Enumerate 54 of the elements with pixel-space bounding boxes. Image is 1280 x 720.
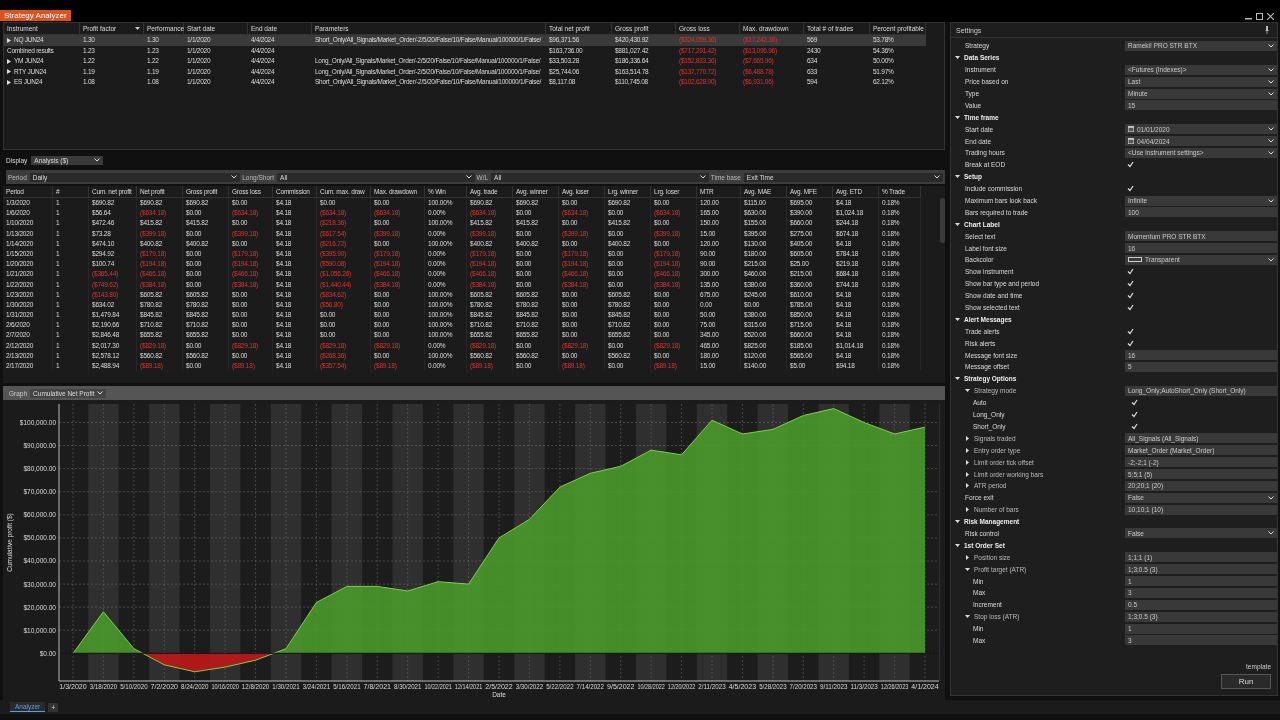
expand-icon[interactable] <box>955 55 960 61</box>
chevron-icon <box>1268 495 1274 500</box>
chevron-icon <box>1268 79 1274 84</box>
expand-icon[interactable] <box>955 519 960 525</box>
pin-icon[interactable] <box>1265 26 1269 34</box>
expand-icon[interactable] <box>965 507 970 513</box>
chevron-icon <box>1268 67 1274 72</box>
chevron-icon <box>699 175 706 179</box>
chevron-icon <box>1268 91 1274 96</box>
checkbox[interactable] <box>1127 185 1134 193</box>
expand-icon[interactable] <box>965 447 970 453</box>
calendar-icon <box>1128 138 1134 145</box>
expand-icon[interactable] <box>965 388 970 394</box>
checkbox[interactable] <box>1127 304 1134 312</box>
chevron-icon <box>465 175 472 179</box>
checkbox[interactable] <box>1130 399 1138 407</box>
expand-icon[interactable] <box>965 459 970 465</box>
chevron-icon <box>1268 127 1274 132</box>
expand-icon[interactable] <box>955 316 960 322</box>
checkbox[interactable] <box>1127 268 1134 276</box>
chevron-icon <box>1268 43 1274 48</box>
chevron-icon <box>1268 531 1274 536</box>
checkbox[interactable] <box>1127 339 1134 347</box>
checkbox[interactable] <box>1127 161 1134 169</box>
expand-icon[interactable] <box>965 614 970 620</box>
checkbox[interactable] <box>1127 292 1134 300</box>
checkbox[interactable] <box>1127 327 1134 335</box>
expand-icon[interactable] <box>7 37 11 43</box>
chevron-icon <box>1268 257 1274 262</box>
chevron-icon <box>1268 198 1274 203</box>
expand-icon[interactable] <box>965 471 970 477</box>
expand-icon[interactable] <box>965 566 970 572</box>
expand-icon[interactable] <box>955 221 960 227</box>
expand-icon[interactable] <box>955 542 960 548</box>
chevron-icon <box>94 158 101 162</box>
chevron-icon <box>231 175 238 179</box>
expand-icon[interactable] <box>965 483 970 489</box>
scrollbar[interactable] <box>940 198 945 243</box>
expand-icon[interactable] <box>955 174 960 180</box>
close-icon[interactable] <box>1267 13 1274 20</box>
maximize-icon[interactable] <box>1256 13 1263 20</box>
chevron-icon <box>934 175 940 179</box>
run-button[interactable]: Run <box>1221 674 1271 689</box>
checkbox[interactable] <box>1130 422 1138 430</box>
chevron-icon <box>97 391 104 395</box>
expand-icon[interactable] <box>965 554 970 560</box>
color-swatch-icon <box>1128 257 1142 263</box>
expand-icon[interactable] <box>955 114 960 120</box>
checkbox[interactable] <box>1127 280 1134 288</box>
checkbox[interactable] <box>1130 411 1138 419</box>
expand-icon[interactable] <box>965 435 970 441</box>
window-title: Strategy Analyzer <box>0 10 71 21</box>
calendar-icon <box>1128 126 1134 133</box>
expand-icon[interactable] <box>955 376 960 382</box>
